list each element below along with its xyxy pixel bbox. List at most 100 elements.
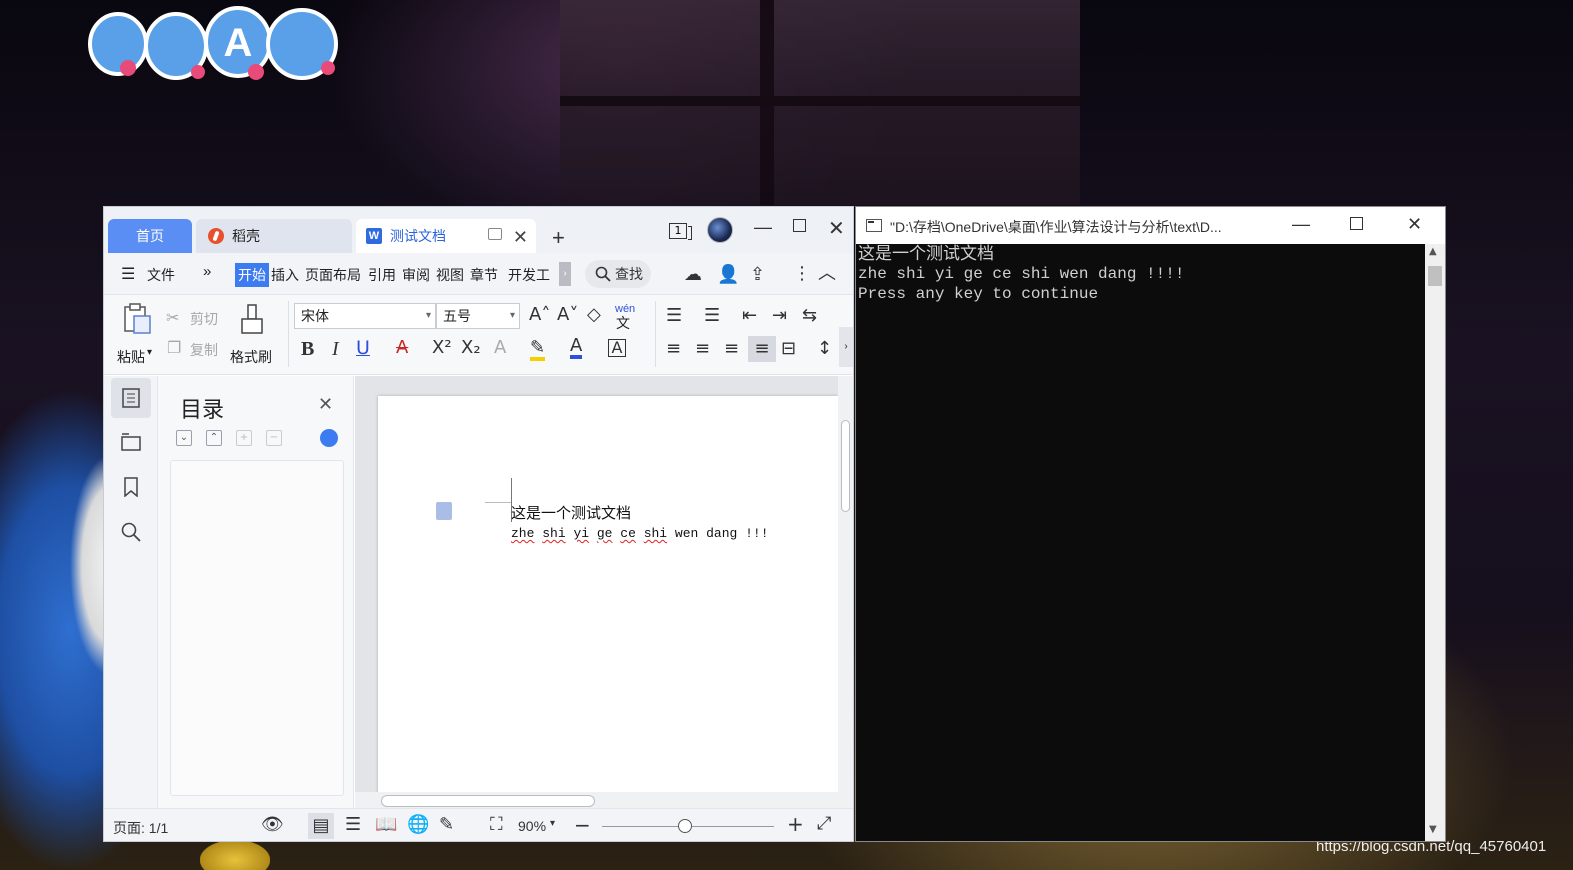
format-painter-icon[interactable] xyxy=(239,303,265,337)
bookmark-nav-icon[interactable] xyxy=(111,467,151,507)
page-view-icon[interactable]: ▤ xyxy=(308,813,334,839)
share-user-icon[interactable]: 👤 xyxy=(717,266,739,284)
search-button[interactable]: 查找 xyxy=(585,260,651,288)
cloud-sync-icon[interactable]: ☁ xyxy=(684,266,702,284)
chapter-nav-icon[interactable] xyxy=(111,422,151,462)
console-output[interactable]: 这是一个测试文档 zhe shi yi ge ce shi wen dang !… xyxy=(856,244,1425,841)
text-effect-icon[interactable]: A xyxy=(494,339,506,357)
console-minimize-icon[interactable]: — xyxy=(1292,214,1310,235)
underline-icon[interactable]: U xyxy=(356,339,370,358)
reading-view-icon[interactable]: 📖 xyxy=(375,816,397,834)
console-close-icon[interactable]: ✕ xyxy=(1407,214,1422,235)
menu-insert[interactable]: 插入 xyxy=(271,265,299,285)
tab-daoke[interactable]: 稻壳 xyxy=(196,219,352,253)
zoom-out-icon[interactable]: − xyxy=(574,815,591,835)
console-scrollbar[interactable]: ▲ ▼ xyxy=(1425,244,1445,841)
new-tab-button[interactable]: + xyxy=(552,225,565,251)
line-spacing-icon[interactable]: ↕ xyxy=(817,340,832,358)
menu-review[interactable]: 审阅 xyxy=(402,265,430,285)
strikethrough-icon[interactable]: A xyxy=(396,339,408,357)
font-name-select[interactable]: 宋体 xyxy=(294,303,436,329)
format-painter-button[interactable]: 格式刷 xyxy=(230,347,272,367)
misspelled-word[interactable]: ge xyxy=(597,526,613,541)
pin-window-icon[interactable] xyxy=(488,228,502,240)
tab-document[interactable]: W 测试文档 ✕ xyxy=(356,219,536,253)
bold-icon[interactable]: B xyxy=(301,339,314,359)
maximize-icon[interactable] xyxy=(793,219,806,232)
more-options-icon[interactable]: ⋮ xyxy=(793,265,811,283)
write-mode-icon[interactable]: ✎ xyxy=(439,816,454,834)
horizontal-scroll-thumb[interactable] xyxy=(381,795,595,807)
menu-view[interactable]: 视图 xyxy=(436,265,464,285)
close-tab-icon[interactable]: ✕ xyxy=(513,227,528,248)
menu-references[interactable]: 引用 xyxy=(368,265,396,285)
bullet-list-icon[interactable]: ☰ xyxy=(666,307,682,325)
menu-start[interactable]: 开始 xyxy=(235,263,269,287)
page-indicator[interactable]: 页面: 1/1 xyxy=(113,818,168,838)
eye-protection-icon[interactable]: 👁 xyxy=(261,816,284,834)
document-line-1[interactable]: 这是一个测试文档 xyxy=(511,502,631,523)
ribbon-scroll-right-icon[interactable]: › xyxy=(839,327,853,367)
zoom-level-select[interactable]: 90% xyxy=(518,818,546,834)
font-size-select[interactable]: 五号 xyxy=(436,303,520,329)
align-right-icon[interactable]: ≡ xyxy=(724,340,739,358)
char-border-icon[interactable]: A xyxy=(608,339,626,357)
tab-home[interactable]: 首页 xyxy=(108,219,192,253)
superscript-icon[interactable]: X² xyxy=(432,339,452,357)
expand-all-icon[interactable]: ⌄ xyxy=(176,430,192,446)
copy-button[interactable]: 复制 xyxy=(190,340,218,360)
fullscreen-icon[interactable]: ⤢ xyxy=(817,815,831,833)
zoom-dropdown-icon[interactable]: ▾ xyxy=(550,819,555,829)
menu-file[interactable]: 文件 xyxy=(147,265,175,285)
shrink-font-icon[interactable]: A˅ xyxy=(557,306,578,324)
search-nav-icon[interactable] xyxy=(111,512,151,552)
cut-button[interactable]: 剪切 xyxy=(190,309,218,329)
align-left-icon[interactable]: ≡ xyxy=(666,340,681,358)
minimize-icon[interactable]: — xyxy=(754,217,772,238)
misspelled-word[interactable]: shi xyxy=(644,526,667,541)
expand-menu-icon[interactable]: » xyxy=(203,263,211,280)
console-maximize-icon[interactable] xyxy=(1350,217,1363,230)
vertical-scroll-thumb[interactable] xyxy=(841,420,850,512)
menu-scroll-right-icon[interactable]: › xyxy=(559,262,571,286)
menu-developer[interactable]: 开发工 xyxy=(508,265,558,285)
paragraph-handle-icon[interactable] xyxy=(436,502,452,520)
toc-nav-icon[interactable] xyxy=(111,378,151,418)
align-center-icon[interactable]: ≡ xyxy=(695,340,710,358)
vertical-scrollbar[interactable] xyxy=(838,376,853,808)
horizontal-scrollbar[interactable] xyxy=(355,792,838,808)
increase-indent-icon[interactable]: ⇥ xyxy=(772,307,787,325)
font-color-icon[interactable]: A xyxy=(570,337,583,359)
misspelled-word[interactable]: zhe xyxy=(511,526,534,541)
menu-page-layout[interactable]: 页面布局 xyxy=(305,265,361,285)
clear-format-icon[interactable]: ◇ xyxy=(587,306,601,324)
document-page[interactable]: 这是一个测试文档 zhe shi yi ge ce shi wen dang !… xyxy=(378,396,838,816)
scroll-down-icon[interactable]: ▼ xyxy=(1429,824,1437,835)
toc-close-icon[interactable]: ✕ xyxy=(318,394,333,415)
scroll-up-icon[interactable]: ▲ xyxy=(1429,246,1437,257)
collapse-ribbon-icon[interactable]: ︿ xyxy=(818,265,836,283)
paste-icon[interactable] xyxy=(122,303,152,335)
distributed-align-icon[interactable]: ⊟ xyxy=(781,340,796,358)
web-view-icon[interactable]: 🌐 xyxy=(407,816,429,834)
document-line-2[interactable]: zhe shi yi ge ce shi wen dang !!! xyxy=(511,526,769,541)
grow-font-icon[interactable]: A˄ xyxy=(529,306,550,324)
collapse-all-icon[interactable]: ⌃ xyxy=(206,430,222,446)
paste-button[interactable]: 粘贴 xyxy=(117,347,145,367)
paste-dropdown-icon[interactable]: ▾ xyxy=(147,347,152,358)
zoom-slider-knob[interactable] xyxy=(677,819,692,833)
numbered-list-icon[interactable]: ☰ xyxy=(704,307,720,325)
user-avatar[interactable] xyxy=(707,217,733,243)
smart-toc-icon[interactable] xyxy=(320,429,338,447)
share-icon[interactable]: ⇪ xyxy=(750,266,765,284)
misspelled-word[interactable]: ce xyxy=(620,526,636,541)
italic-icon[interactable]: I xyxy=(332,339,339,359)
menu-chapter[interactable]: 章节 xyxy=(470,265,498,285)
zoom-in-icon[interactable]: + xyxy=(787,814,804,834)
close-window-icon[interactable]: ✕ xyxy=(828,216,845,241)
subscript-icon[interactable]: X₂ xyxy=(461,339,481,357)
hamburger-icon[interactable]: ☰ xyxy=(121,264,135,284)
highlight-icon[interactable]: ✎ xyxy=(530,339,546,361)
console-scroll-thumb[interactable] xyxy=(1428,266,1442,286)
decrease-indent-icon[interactable]: ⇤ xyxy=(742,307,757,325)
